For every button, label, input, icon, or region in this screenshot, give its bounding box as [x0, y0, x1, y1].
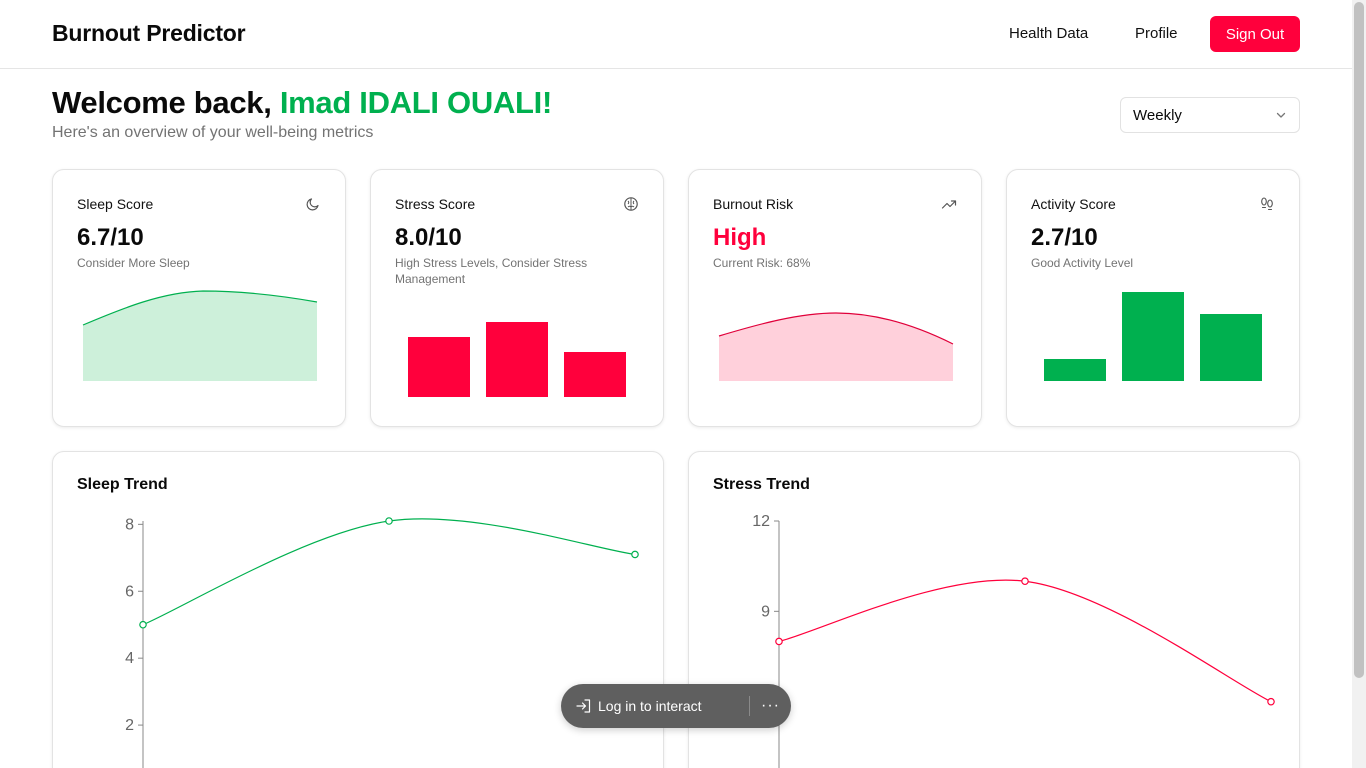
stress-trend-point-1[interactable]	[775, 637, 783, 646]
stress-score-card: Stress Score 8.0/10 High Stress Levels, …	[370, 169, 664, 427]
login-button[interactable]: Log in to interact	[561, 684, 749, 728]
burnout-risk-card: Burnout Risk High Current Risk: 68%	[688, 169, 982, 427]
stress-bar-1	[408, 337, 470, 397]
activity-bar-2	[1122, 292, 1184, 381]
stress-bar-3	[564, 352, 626, 397]
stress-trend-point-3[interactable]	[1267, 697, 1275, 706]
login-label: Log in to interact	[598, 698, 702, 714]
sleep-trend-point-1[interactable]	[139, 620, 147, 629]
sleep-trend-y-tick-label: 6	[125, 583, 134, 600]
activity-score-card: Activity Score 2.7/10 Good Activity Leve…	[1006, 169, 1300, 427]
sleep-score-card: Sleep Score 6.7/10 Consider More Sleep	[52, 169, 346, 427]
sleep-mini-chart	[82, 290, 318, 381]
more-options-button[interactable]: ···	[750, 684, 791, 728]
sign-out-button[interactable]: Sign Out	[1210, 16, 1300, 52]
sleep-trend-point-2[interactable]	[385, 517, 393, 525]
welcome-heading: Welcome back, Imad IDALI OUALI!	[52, 85, 552, 121]
welcome-subtitle: Here's an overview of your well-being me…	[52, 124, 374, 141]
sleep-trend-point-3[interactable]	[631, 550, 639, 559]
sleep-trend-y-tick-label: 8	[125, 516, 134, 533]
login-toast: Log in to interact ···	[561, 684, 791, 728]
nav-profile[interactable]: Profile	[1135, 25, 1178, 42]
page-scrollbar[interactable]	[1352, 0, 1366, 768]
top-navbar: Burnout Predictor Health Data Profile Si…	[0, 0, 1352, 69]
burnout-mini-chart	[718, 312, 954, 381]
activity-bar-3	[1200, 314, 1262, 381]
chevron-down-icon	[1276, 112, 1286, 118]
stress-trend-y-tick-label: 9	[761, 603, 770, 620]
activity-mini-chart	[1044, 292, 1262, 381]
sleep-trend-y-tick-label: 4	[125, 650, 134, 667]
scrollbar-thumb[interactable]	[1354, 2, 1364, 678]
burnout-area-fill	[719, 313, 953, 381]
stress-trend-y-tick-label: 12	[752, 513, 770, 530]
stress-trend-point-2[interactable]	[1021, 577, 1029, 586]
stress-mini-chart	[408, 322, 626, 397]
activity-bar-1	[1044, 359, 1106, 381]
login-icon	[576, 699, 591, 713]
nav-health-data[interactable]: Health Data	[1009, 25, 1088, 42]
period-select[interactable]: Weekly	[1120, 97, 1300, 133]
stress-bar-2	[486, 322, 548, 397]
stress-trend-line	[778, 579, 1272, 703]
brand-title[interactable]: Burnout Predictor	[52, 20, 246, 47]
user-name: Imad IDALI OUALI!	[279, 85, 553, 120]
welcome-greeting: Welcome back,	[52, 85, 280, 120]
sleep-area-fill	[83, 291, 317, 381]
sleep-trend-line	[142, 518, 636, 626]
period-select-value: Weekly	[1133, 106, 1182, 124]
sleep-trend-y-tick-label: 2	[125, 717, 134, 734]
